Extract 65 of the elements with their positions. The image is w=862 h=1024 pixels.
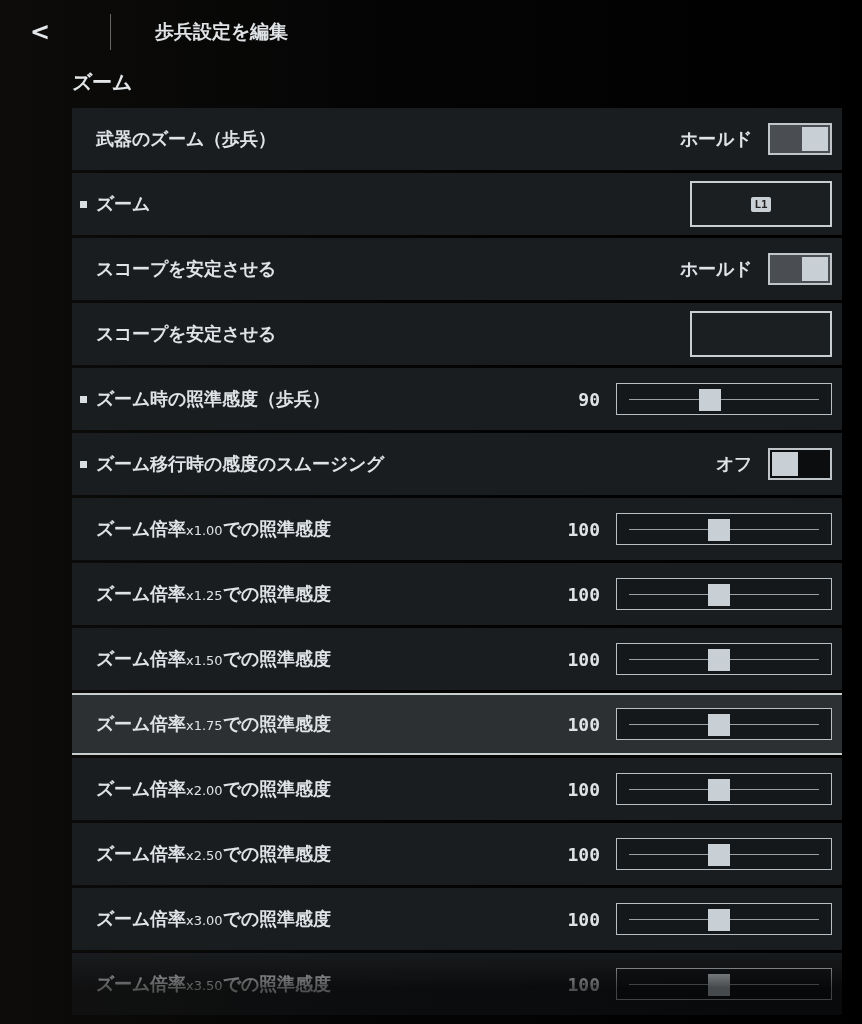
setting-label: ズーム倍率x1.25での照準感度: [96, 582, 332, 606]
setting-label: ズーム倍率x2.50での照準感度: [96, 842, 332, 866]
setting-row[interactable]: スコープを安定させる: [72, 303, 842, 365]
slider-thumb[interactable]: [708, 779, 731, 801]
slider-track[interactable]: [616, 578, 832, 610]
setting-label: ズーム時の照準感度（歩兵）: [96, 387, 331, 411]
setting-row[interactable]: ズーム倍率x1.25での照準感度 100: [72, 563, 842, 625]
setting-value: ホールド: [680, 127, 752, 151]
setting-row[interactable]: ズーム倍率x1.50での照準感度 100: [72, 628, 842, 690]
slider-value: 100: [567, 583, 600, 605]
setting-row[interactable]: ズーム倍率x1.00での照準感度 100: [72, 498, 842, 560]
setting-label: ズーム倍率x2.00での照準感度: [96, 777, 332, 801]
setting-row[interactable]: ズーム移行時の感度のスムージング オフ: [72, 433, 842, 495]
setting-label: ズーム: [96, 192, 151, 216]
setting-row[interactable]: スコープを安定させる ホールド: [72, 238, 842, 300]
section-heading: ズーム: [72, 68, 133, 96]
slider-track[interactable]: [616, 838, 832, 870]
setting-label: スコープを安定させる: [96, 322, 277, 346]
setting-label: ズーム倍率x3.00での照準感度: [96, 907, 332, 931]
slider-thumb[interactable]: [708, 844, 731, 866]
setting-row[interactable]: ズーム L1: [72, 173, 842, 235]
slider-value: 90: [578, 388, 600, 410]
setting-label: ズーム移行時の感度のスムージング: [96, 452, 386, 476]
toggle-switch[interactable]: [768, 253, 832, 285]
setting-row[interactable]: ズーム倍率x3.00での照準感度 100: [72, 888, 842, 950]
setting-label: 武器のズーム（歩兵）: [96, 127, 277, 151]
slider-thumb[interactable]: [708, 714, 731, 736]
setting-row[interactable]: ズーム時の照準感度（歩兵） 90: [72, 368, 842, 430]
slider-track[interactable]: [616, 383, 832, 415]
slider-track[interactable]: [616, 513, 832, 545]
setting-row[interactable]: ズーム倍率x2.00での照準感度 100: [72, 758, 842, 820]
page-title: 歩兵設定を編集: [155, 19, 289, 44]
setting-label: ズーム倍率x1.50での照準感度: [96, 647, 332, 671]
slider-thumb[interactable]: [708, 909, 731, 931]
slider-value: 100: [567, 713, 600, 735]
slider-value: 100: [567, 518, 600, 540]
toggle-switch[interactable]: [768, 448, 832, 480]
slider-thumb[interactable]: [708, 649, 731, 671]
setting-value: ホールド: [680, 257, 752, 281]
slider-track[interactable]: [616, 643, 832, 675]
slider-value: 100: [567, 973, 600, 995]
slider-thumb[interactable]: [708, 974, 731, 996]
setting-row[interactable]: ズーム倍率x2.50での照準感度 100: [72, 823, 842, 885]
slider-value: 100: [567, 778, 600, 800]
slider-thumb[interactable]: [708, 584, 731, 606]
slider-track[interactable]: [616, 773, 832, 805]
setting-row[interactable]: 武器のズーム（歩兵） ホールド: [72, 108, 842, 170]
setting-label: ズーム倍率x1.75での照準感度: [96, 712, 332, 736]
slider-thumb[interactable]: [698, 389, 721, 411]
slider-value: 100: [567, 843, 600, 865]
setting-label: スコープを安定させる: [96, 257, 277, 281]
keybind-button[interactable]: [690, 311, 832, 357]
setting-value: オフ: [716, 452, 752, 476]
keybind-button[interactable]: L1: [690, 181, 832, 227]
toggle-switch[interactable]: [768, 123, 832, 155]
key-label: L1: [751, 196, 771, 212]
back-button[interactable]: <: [22, 18, 59, 46]
slider-value: 100: [567, 648, 600, 670]
slider-track[interactable]: [616, 903, 832, 935]
slider-track[interactable]: [616, 968, 832, 1000]
slider-track[interactable]: [616, 708, 832, 740]
slider-thumb[interactable]: [708, 519, 731, 541]
setting-label: ズーム倍率x1.00での照準感度: [96, 517, 332, 541]
slider-value: 100: [567, 908, 600, 930]
setting-label: ズーム倍率x3.50での照準感度: [96, 972, 332, 996]
